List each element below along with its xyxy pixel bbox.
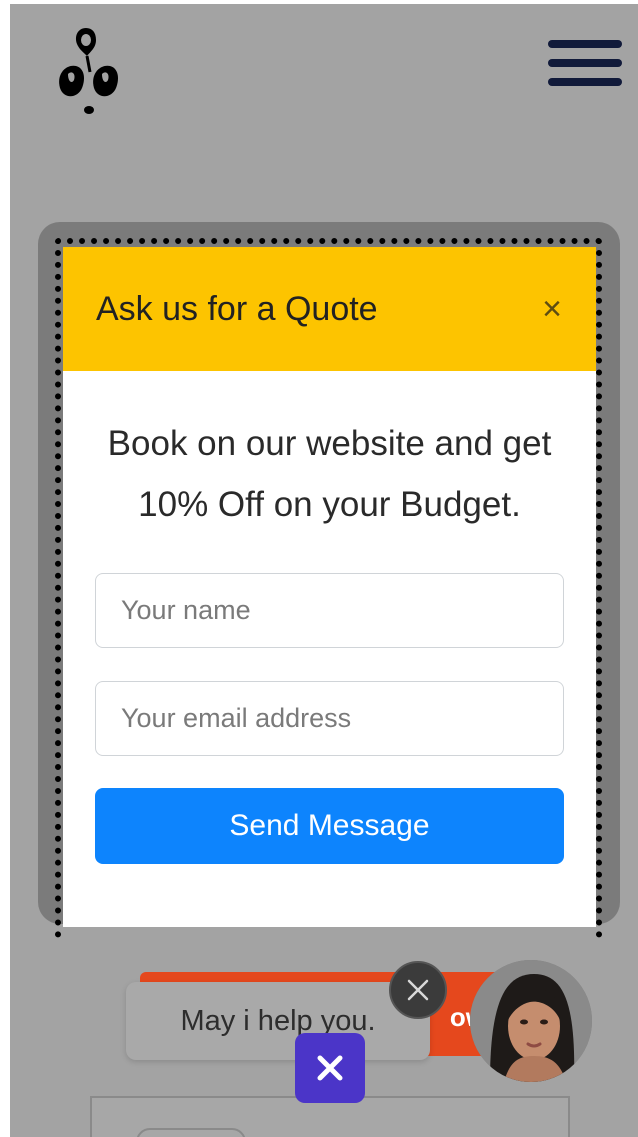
email-input[interactable] [95, 681, 564, 756]
close-icon [317, 1055, 343, 1081]
hamburger-line [548, 78, 622, 86]
close-icon [407, 979, 429, 1001]
modal-body: Book on our website and get 10% Off on y… [63, 371, 596, 864]
name-input[interactable] [95, 573, 564, 648]
modal-title: Ask us for a Quote [96, 289, 378, 328]
chat-toggle-button[interactable] [295, 1033, 365, 1103]
logo-icon [59, 28, 118, 114]
hamburger-menu-icon[interactable] [548, 40, 622, 86]
close-icon[interactable]: × [542, 292, 562, 326]
agent-avatar-icon [470, 960, 592, 1082]
background-pill [136, 1128, 246, 1137]
site-logo[interactable] [50, 22, 130, 122]
hamburger-line [548, 40, 622, 48]
frame-edge-top [0, 0, 638, 4]
frame-edge [0, 0, 10, 1137]
quote-modal: Ask us for a Quote × Book on our website… [63, 247, 596, 927]
support-agent-avatar[interactable] [470, 960, 592, 1082]
chat-bubble[interactable]: May i help you. [126, 982, 430, 1060]
send-message-button[interactable]: Send Message [95, 788, 564, 864]
chat-bubble-close-button[interactable] [389, 961, 447, 1019]
promo-text: Book on our website and get 10% Off on y… [107, 424, 552, 524]
hamburger-line [548, 59, 622, 67]
modal-header: Ask us for a Quote × [63, 247, 596, 371]
